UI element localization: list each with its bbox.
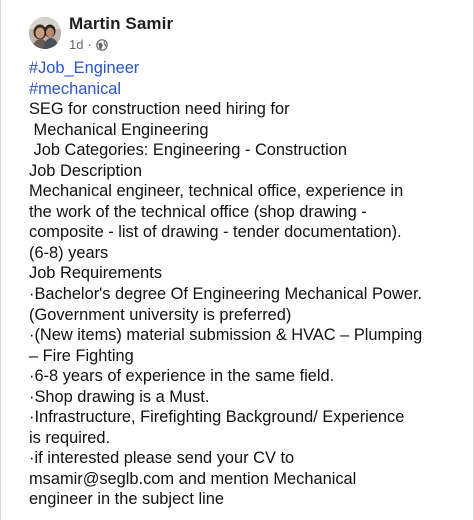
post-line: msamir@seglb.com and mention Mechanical <box>29 469 357 488</box>
avatar-photo <box>29 17 61 49</box>
post-line: ·Bachelor's degree Of Engineering Mechan… <box>29 285 423 304</box>
author-name[interactable]: Martin Samir <box>69 14 173 34</box>
post-line: – Fire Fighting <box>29 346 134 365</box>
post-header: Martin Samir 1d · <box>29 12 173 54</box>
post-line: ·Infrastructure, Firefighting Background… <box>29 408 405 427</box>
post-card: Martin Samir 1d · #Job_Engineer #mechani… <box>0 0 474 520</box>
post-line: Job Description <box>29 161 142 180</box>
hashtag-job-engineer[interactable]: #Job_Engineer <box>29 58 469 79</box>
post-meta: Martin Samir 1d · <box>69 14 173 53</box>
post-line: the work of the technical office (shop d… <box>29 202 367 221</box>
post-line: (6-8) years <box>29 243 109 262</box>
post-line: ·(New items) material submission & HVAC … <box>29 326 423 345</box>
post-line: composite - list of drawing - tender doc… <box>29 223 402 242</box>
hashtag-mechanical[interactable]: #mechanical <box>29 79 469 100</box>
post-line: ·if interested please send your CV to <box>29 449 295 468</box>
post-line: (Government university is preferred) <box>29 305 292 324</box>
post-line: ·Shop drawing is a Must. <box>29 387 210 406</box>
post-line: Job Requirements <box>29 264 163 283</box>
post-subline: 1d · <box>69 37 173 53</box>
post-line: ·6-8 years of experience in the same fie… <box>29 367 335 386</box>
post-body: #Job_Engineer #mechanical SEG for constr… <box>29 58 469 510</box>
post-line: is required. <box>29 428 111 447</box>
post-line: engineer in the subject line <box>29 490 224 509</box>
globe-icon[interactable] <box>96 38 108 51</box>
post-line: Mechanical engineer, technical office, e… <box>29 182 404 201</box>
post-line: Mechanical Engineering <box>29 120 209 139</box>
post-line: SEG for construction need hiring for <box>29 100 290 119</box>
author-avatar[interactable] <box>29 17 61 49</box>
separator-dot: · <box>87 36 92 52</box>
post-line: Job Categories: Engineering - Constructi… <box>29 141 347 160</box>
post-timestamp[interactable]: 1d <box>69 37 83 53</box>
